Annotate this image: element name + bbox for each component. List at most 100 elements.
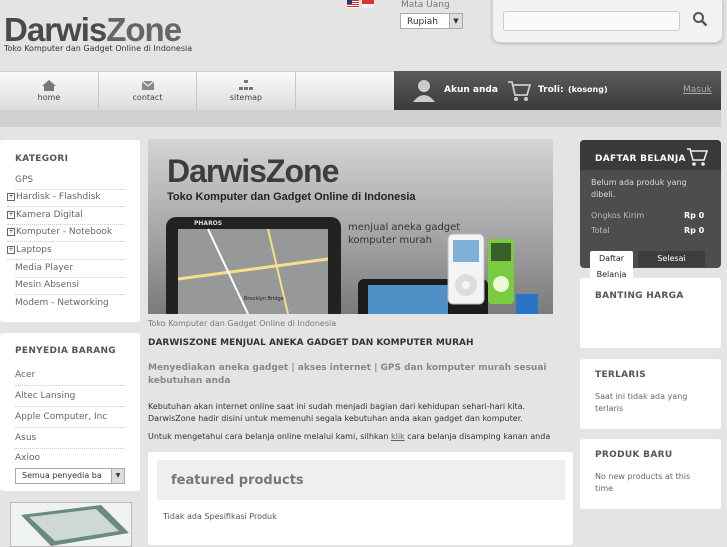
shopping-cart-icon[interactable] [507, 80, 531, 102]
howto-text: Untuk mengetahui cara belanja online mel… [148, 432, 391, 441]
ad-device-image [11, 503, 131, 546]
howto-text-end: cara belanja disamping kanan anda [404, 432, 551, 441]
supplier-title: PENYEDIA BARANG [15, 346, 116, 356]
expand-icon[interactable]: + [7, 246, 15, 254]
category-gps[interactable]: GPS [15, 172, 125, 190]
featured-products-empty: Tidak ada Spesifikasi Produk [163, 512, 277, 521]
sitemap-icon [239, 80, 253, 90]
supplier-item[interactable]: Altec Lansing [15, 386, 125, 407]
expand-icon[interactable]: + [7, 228, 15, 236]
category-label: Laptops [16, 245, 52, 255]
category-label: Kamera Digital [16, 210, 83, 220]
user-icon[interactable] [412, 78, 436, 102]
total-value: Rp 0 [684, 226, 705, 235]
featured-products-header: featured products [157, 460, 565, 500]
sidebar-ad-image[interactable] [10, 502, 132, 547]
nav-contact-label: contact [132, 93, 163, 102]
login-link[interactable]: Masuk [683, 85, 712, 95]
home-icon [42, 80, 56, 91]
supplier-select[interactable]: Semua penyedia ba ▼ [15, 468, 125, 484]
account-bar: Akun anda Troli: (kosong) Masuk [394, 71, 721, 110]
cart-status: (kosong) [568, 85, 608, 94]
featured-products-box: featured products Tidak ada Spesifikasi … [148, 452, 573, 545]
site-tagline: Toko Komputer dan Gadget Online di Indon… [4, 44, 193, 53]
shopping-cart-icon [687, 148, 708, 166]
category-label: Komputer - Notebook [16, 227, 113, 237]
cart-title: DAFTAR BELANJA [595, 154, 686, 164]
page-subheading: Menyediakan aneka gadget | akses interne… [148, 363, 547, 386]
map-label: Brooklyn Bridge [244, 296, 284, 302]
category-label: Modem - Networking [15, 298, 109, 308]
banner-tagline-line2: komputer murah [348, 235, 432, 246]
supplier-label: Acer [15, 370, 36, 380]
language-flags [347, 0, 377, 9]
howto-link[interactable]: klik [391, 432, 405, 441]
intro-paragraph: Kebutuhan akan internet online saat ini … [148, 402, 526, 423]
search-icon[interactable] [692, 11, 708, 27]
new-products-title: PRODUK BARU [595, 450, 673, 460]
featured-products-title: featured products [171, 473, 304, 488]
supplier-box: PENYEDIA BARANG Acer Altec Lansing Apple… [0, 333, 140, 491]
cart-empty-text: Belum ada produk yang dibeli. [591, 178, 687, 199]
price-box: BANTING HARGA [580, 278, 721, 348]
banner-headline: Toko Komputer dan Gadget Online di Indon… [167, 191, 416, 203]
supplier-item[interactable]: Axioo [15, 448, 125, 468]
category-title: KATEGORI [15, 154, 69, 164]
new-products-text: No new products at this time [595, 472, 691, 493]
envelope-icon [141, 80, 154, 90]
id-flag-icon[interactable] [362, 0, 374, 8]
supplier-label: Asus [15, 433, 37, 443]
currency-select-value: Rupiah [407, 17, 438, 27]
checkout-button[interactable]: Selesai [638, 251, 705, 267]
bestsellers-text: Saat ini tidak ada yang terlaris [595, 392, 688, 413]
main-nav: home contact sitemap [0, 71, 394, 111]
device-brand: PHAROS [194, 220, 223, 227]
banner-logo: DarwisZone [167, 153, 339, 189]
supplier-item[interactable]: Acer [15, 365, 125, 386]
shipping-value: Rp 0 [684, 211, 705, 220]
banner-caption: Toko Komputer dan Gadget Online di Indon… [148, 319, 337, 328]
category-komputer-notebook[interactable]: + Komputer - Notebook [7, 224, 125, 242]
shipping-label: Ongkos Kirim [591, 211, 645, 220]
expand-icon[interactable]: + [7, 211, 15, 219]
nav-home-label: home [37, 93, 61, 102]
category-media-player[interactable]: Media Player [15, 260, 125, 278]
price-title: BANTING HARGA [595, 291, 684, 301]
category-hardisk-flashdisk[interactable]: + Hardisk - Flashdisk [7, 189, 125, 207]
nav-sitemap[interactable]: sitemap [197, 72, 296, 111]
search-box [492, 0, 723, 43]
nav-sitemap-label: sitemap [229, 93, 263, 102]
cart-label: Troli: [538, 85, 564, 95]
supplier-item[interactable]: Asus [15, 428, 125, 449]
banner-tagline-line1: menjual aneka gadget [348, 222, 461, 233]
total-label: Total [591, 226, 610, 235]
page-heading: DARWISZONE MENJUAL ANEKA GADGET DAN KOMP… [148, 338, 474, 348]
expand-icon[interactable]: + [7, 193, 15, 201]
search-input[interactable] [503, 11, 680, 31]
chevron-down-icon: ▼ [111, 469, 124, 483]
howto-paragraph: Untuk mengetahui cara belanja online mel… [148, 432, 573, 441]
logo-text-darwis: Darwis [4, 11, 107, 48]
account-link[interactable]: Akun anda [444, 85, 498, 95]
category-label: Mesin Absensi [15, 280, 80, 290]
us-flag-icon[interactable] [347, 0, 359, 8]
supplier-label: Axioo [15, 453, 40, 463]
cart-box: DAFTAR BELANJA Belum ada produk yang dib… [580, 140, 721, 268]
category-modem-networking[interactable]: Modem - Networking [15, 295, 125, 312]
category-mesin-absensi[interactable]: Mesin Absensi [15, 277, 125, 295]
currency-label: Mata Uang [401, 0, 450, 10]
supplier-item[interactable]: Apple Computer, Inc [15, 407, 125, 428]
nav-contact[interactable]: contact [99, 72, 197, 111]
category-box: KATEGORI GPS + Hardisk - Flashdisk + Kamer… [0, 140, 140, 322]
category-kamera-digital[interactable]: + Kamera Digital [7, 207, 125, 225]
currency-select[interactable]: Rupiah ▼ [400, 13, 463, 29]
new-products-box: PRODUK BARU No new products at this time [580, 439, 721, 509]
nav-home[interactable]: home [0, 72, 99, 111]
category-laptops[interactable]: + Laptops [7, 242, 125, 260]
supplier-label: Altec Lansing [15, 391, 76, 401]
category-label: GPS [15, 175, 34, 185]
supplier-label: Apple Computer, Inc [15, 412, 108, 422]
nav-shadow-bar [0, 110, 721, 127]
logo-text-zone: Zone [106, 11, 182, 48]
hero-banner: DarwisZone Toko Komputer dan Gadget Onli… [148, 139, 553, 314]
